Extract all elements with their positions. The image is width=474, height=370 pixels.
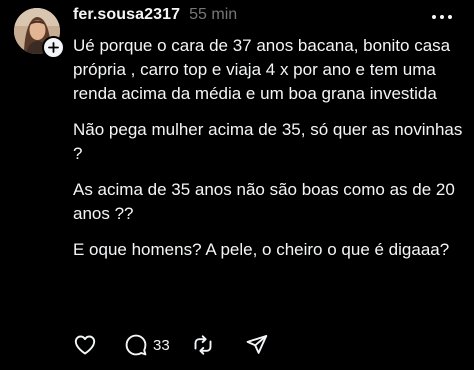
post-paragraph: Ué porque o cara de 37 anos bacana, boni… [73,36,451,103]
more-options-button[interactable] [432,14,452,20]
repost-button[interactable] [191,333,215,357]
post-header: fer.sousa2317 55 min [73,6,237,30]
heart-icon [74,335,96,355]
timestamp[interactable]: 55 min [189,6,237,24]
share-button[interactable] [245,333,269,357]
reply-button[interactable]: 33 [124,333,170,357]
post-paragraph: Não pega mulher acima de 35, só quer as … [73,120,463,163]
reply-count: 33 [153,336,170,354]
post-paragraph: E oque homens? A pele, o cheiro o que é … [73,240,450,259]
send-icon [246,335,267,354]
repost-icon [194,335,212,355]
more-horizontal-icon-dot [448,15,452,19]
more-horizontal-icon-dot [440,15,444,19]
plus-icon [48,42,59,53]
avatar-container[interactable] [14,8,65,59]
follow-button[interactable] [42,36,65,59]
comment-bubble-icon [125,334,147,356]
post-paragraph: As acima de 35 anos não são boas como as… [73,180,455,223]
like-button[interactable] [73,333,97,357]
post-body: Ué porque o cara de 37 anos bacana, boni… [73,34,465,274]
action-bar: 33 [73,333,269,357]
more-horizontal-icon [432,15,436,19]
thread-post: fer.sousa2317 55 min Ué porque o cara de… [0,0,474,370]
username[interactable]: fer.sousa2317 [73,6,180,24]
